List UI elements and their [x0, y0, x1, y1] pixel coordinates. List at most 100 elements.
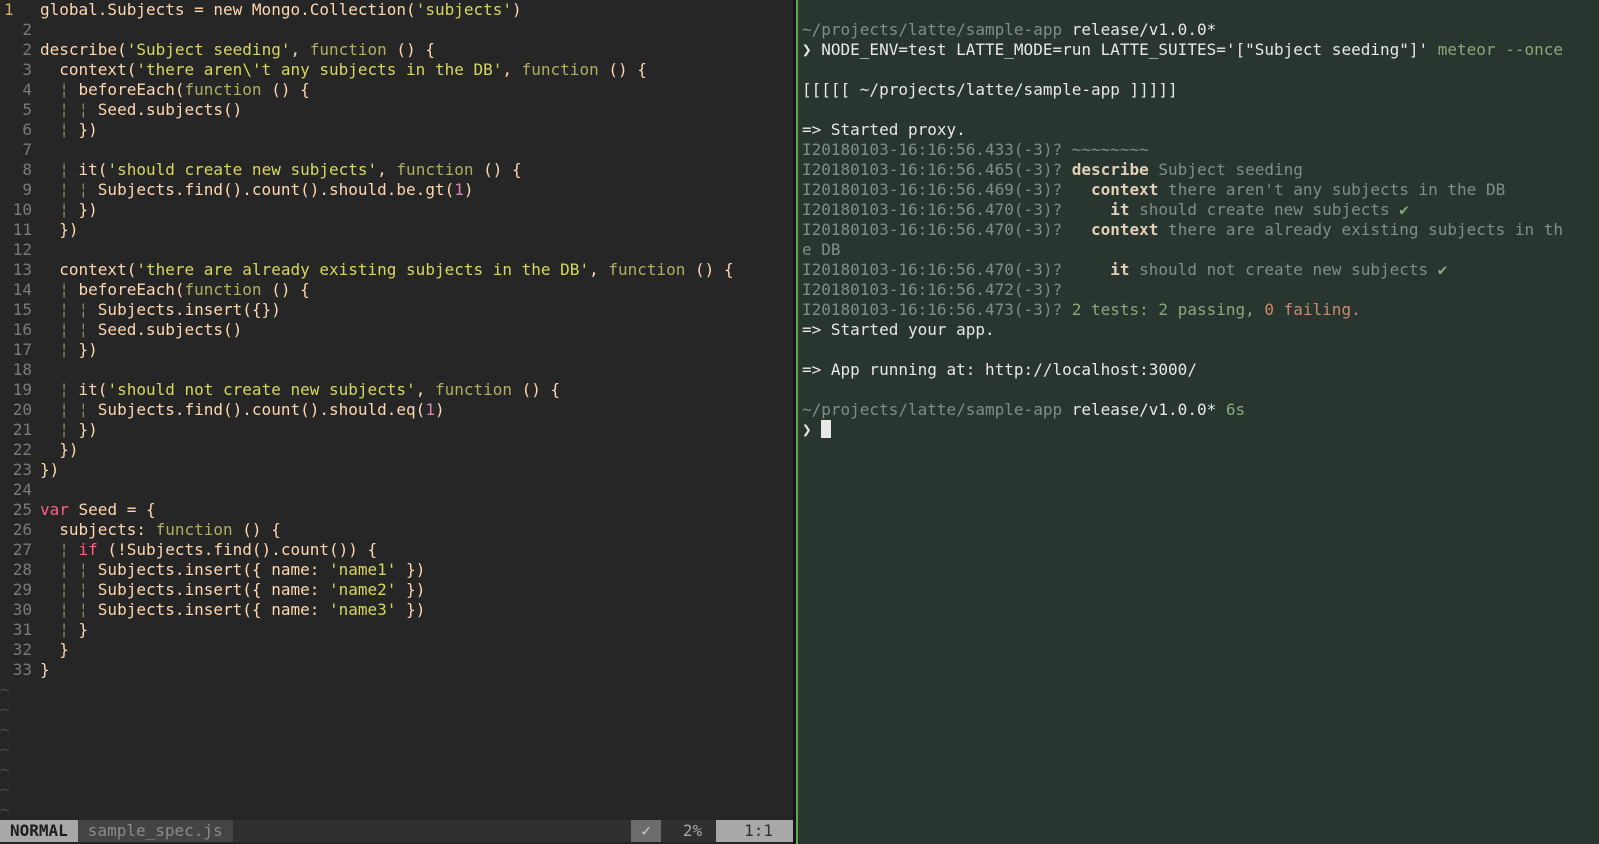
code-token: (!Subjects.find().count()) {	[97, 540, 378, 559]
line-text: var Seed = {	[32, 500, 156, 520]
cursor-position: 1:1	[716, 820, 793, 842]
line-text: })	[32, 220, 78, 240]
code-token: }	[40, 660, 50, 679]
code-token: ¦	[40, 80, 79, 99]
code-line[interactable]: 4 ¦ beforeEach(function () {	[0, 80, 793, 100]
code-line[interactable]: 5 ¦ ¦ Seed.subjects()	[0, 100, 793, 120]
code-token: 1	[454, 180, 464, 199]
code-line[interactable]: 10 ¦ })	[0, 200, 793, 220]
code-line[interactable]: 3 context('there aren\'t any subjects in…	[0, 60, 793, 80]
code-line[interactable]: 2 describe('Subject seeding', function ()…	[0, 40, 793, 60]
code-token: if	[78, 540, 98, 559]
code-line[interactable]: 16 ¦ ¦ Seed.subjects()	[0, 320, 793, 340]
code-line[interactable]: 9 ¦ ¦ Subjects.find().count().should.be.…	[0, 180, 793, 200]
terminal-text: [[[[[ ~/projects/latte/sample-app ]]]]]	[802, 80, 1178, 99]
code-token: function	[434, 380, 513, 399]
line-number: 28	[12, 560, 32, 579]
code-line[interactable]: 32 }	[0, 640, 793, 660]
tilde-marker: ~	[0, 760, 10, 779]
terminal-text: ~/projects/latte/sample-app	[802, 400, 1072, 419]
line-number: 17	[12, 340, 32, 359]
code-line[interactable]: 13 context('there are already existing s…	[0, 260, 793, 280]
terminal-line: I20180103-16:16:56.470(-3)? context ther…	[802, 220, 1598, 240]
code-buffer[interactable]: 1 global.Subjects = new Mongo.Collection(…	[0, 0, 793, 840]
code-line[interactable]: 22 })	[0, 440, 793, 460]
code-line[interactable]: 21 ¦ })	[0, 420, 793, 440]
terminal-text: I20180103-16:16:56.433(-3)? ~~~~~~~~	[802, 140, 1149, 159]
code-token: )	[434, 400, 445, 419]
code-line[interactable]: 23})	[0, 460, 793, 480]
line-number: 27	[12, 540, 32, 559]
empty-buffer-line: ~	[0, 700, 793, 720]
vim-editor-pane[interactable]: 1 global.Subjects = new Mongo.Collection(…	[0, 0, 793, 844]
code-token: })	[396, 580, 426, 599]
terminal-text: release/v1.0.0*	[1071, 20, 1217, 39]
code-line[interactable]: 30 ¦ ¦ Subjects.insert({ name: 'name3' }…	[0, 600, 793, 620]
code-line[interactable]: 31 ¦ }	[0, 620, 793, 640]
code-line[interactable]: 1 global.Subjects = new Mongo.Collection(…	[0, 0, 793, 20]
code-token: function	[309, 40, 387, 59]
terminal-text: should not create new subjects	[1129, 260, 1438, 279]
code-token: })	[396, 560, 426, 579]
terminal-cursor[interactable]	[821, 420, 832, 438]
code-line[interactable]: 26 subjects: function () {	[0, 520, 793, 540]
prompt-chevron-icon: ❯	[802, 420, 822, 439]
line-number: 13	[12, 260, 32, 279]
terminal-text: => App running at: http://localhost:3000…	[802, 360, 1197, 379]
line-text: ¦ ¦ Subjects.insert({ name: 'name1' })	[32, 560, 425, 580]
code-line[interactable]: 18	[0, 360, 793, 380]
code-line[interactable]: 29 ¦ ¦ Subjects.insert({ name: 'name2' }…	[0, 580, 793, 600]
code-line[interactable]: 14 ¦ beforeEach(function () {	[0, 280, 793, 300]
code-line[interactable]: 7	[0, 140, 793, 160]
terminal-text: NODE_ENV=test LATTE_MODE=run LATTE_SUITE…	[821, 40, 1438, 59]
code-token: ¦ ¦	[40, 600, 98, 619]
empty-buffer-line: ~	[0, 740, 793, 760]
code-token: Subjects.find().count().should.eq(	[97, 400, 426, 419]
empty-buffer-line: ~	[0, 720, 793, 740]
terminal-line: e DB	[802, 240, 1598, 260]
code-token: })	[40, 460, 60, 479]
code-line[interactable]: 6 ¦ })	[0, 120, 793, 140]
line-text: }	[32, 660, 50, 680]
code-line[interactable]: 25 var Seed = {	[0, 500, 793, 520]
line-number: 15	[12, 300, 32, 319]
terminal-text: I20180103-16:16:56.465(-3)?	[802, 160, 1072, 179]
line-number: 2	[22, 40, 32, 59]
code-line[interactable]: 24	[0, 480, 793, 500]
code-line[interactable]: 17 ¦ })	[0, 340, 793, 360]
terminal-text: => Started your app.	[802, 320, 995, 339]
terminal-text: ❯	[802, 40, 822, 59]
code-token: ¦ ¦	[40, 320, 98, 339]
line-number: 33	[12, 660, 32, 679]
line-text: global.Subjects = new Mongo.Collection('…	[32, 0, 522, 20]
code-line[interactable]: 11 })	[0, 220, 793, 240]
code-line[interactable]: 28 ¦ ¦ Subjects.insert({ name: 'name1' }…	[0, 560, 793, 580]
code-line[interactable]: 27 ¦ if (!Subjects.find().count()) {	[0, 540, 793, 560]
code-line[interactable]: 15 ¦ ¦ Subjects.insert({})	[0, 300, 793, 320]
terminal-pane[interactable]: ~/projects/latte/sample-app release/v1.0…	[798, 0, 1599, 844]
code-line[interactable]: 8 ¦ it('should create new subjects', fun…	[0, 160, 793, 180]
terminal-text: context	[1090, 220, 1159, 239]
terminal-prompt-line[interactable]: ❯	[802, 420, 1598, 440]
line-number: 10	[12, 200, 32, 219]
mode-indicator: NORMAL	[0, 820, 78, 842]
line-number: 21	[12, 420, 32, 439]
code-line[interactable]: 2	[0, 20, 793, 40]
code-token: Seed = {	[68, 500, 156, 519]
terminal-line: I20180103-16:16:56.472(-3)?	[802, 280, 1598, 300]
code-line[interactable]: 20 ¦ ¦ Subjects.find().count().should.eq…	[0, 400, 793, 420]
line-number: 24	[12, 480, 32, 499]
terminal-line: ~/projects/latte/sample-app release/v1.0…	[802, 20, 1598, 40]
code-token: ¦ ¦	[40, 400, 98, 419]
code-token: 'there are already existing subjects in …	[136, 260, 590, 279]
code-line[interactable]: 33}	[0, 660, 793, 680]
line-number: 3	[22, 60, 32, 79]
code-token: ¦	[40, 120, 79, 139]
terminal-text: should create new subjects	[1129, 200, 1400, 219]
code-line[interactable]: 12	[0, 240, 793, 260]
code-token: () {	[386, 40, 435, 59]
code-line[interactable]: 19 ¦ it('should not create new subjects'…	[0, 380, 793, 400]
split-window: 1 global.Subjects = new Mongo.Collection(…	[0, 0, 1599, 844]
